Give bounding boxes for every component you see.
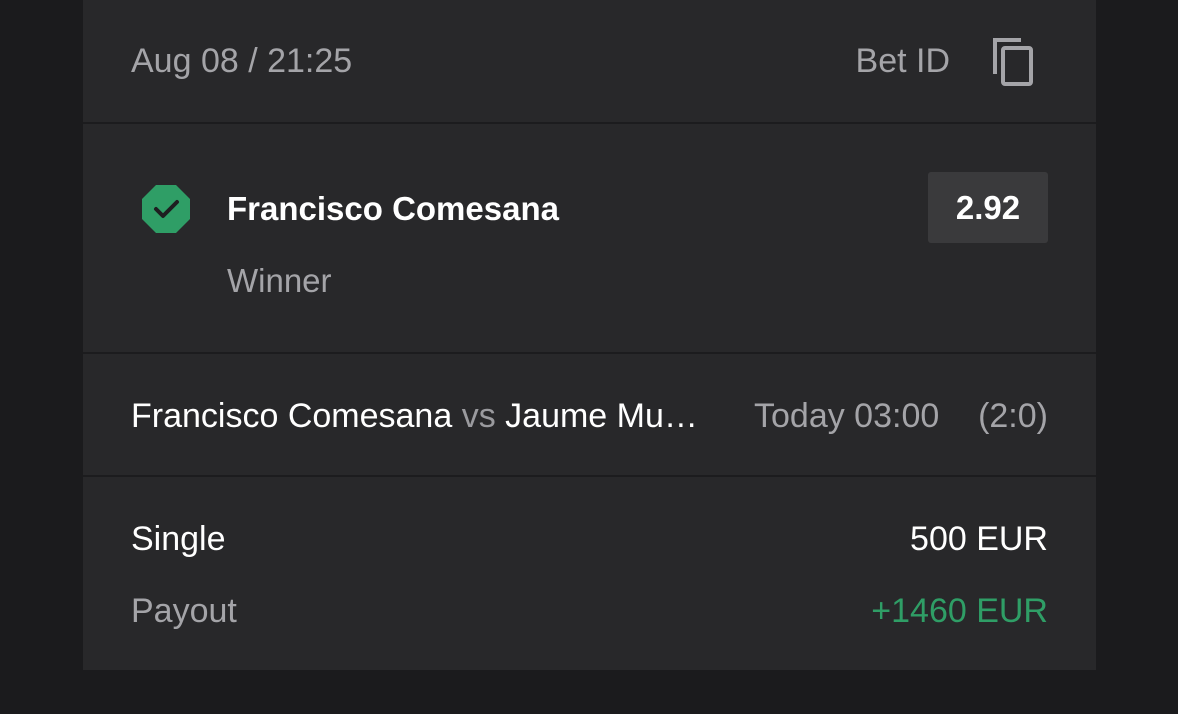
selection-row: Francisco Comesana Winner 2.92 [83,124,1096,352]
bet-type: Single [131,520,226,558]
event-participants: Francisco Comesana vs Jaume Mu… [131,399,698,433]
selection-name: Francisco Comesana [227,190,559,227]
payout-label: Payout [131,592,237,630]
stake-amount: 500 EUR [910,520,1048,558]
bet-header: Aug 08 / 21:25 Bet ID [83,0,1096,122]
vs-label: vs [461,397,496,435]
event-time: Today 03:00 [754,397,940,435]
check-octagon-icon [141,184,191,234]
stake-section: Single 500 EUR Payout +1460 EUR [83,477,1096,670]
copy-icon[interactable] [991,36,1035,86]
odds-badge[interactable]: 2.92 [928,172,1048,243]
selection-market: Winner [227,262,332,299]
bet-card: Aug 08 / 21:25 Bet ID Francisco Comesana… [83,0,1096,670]
bet-date: Aug 08 / 21:25 [131,42,353,80]
event-row[interactable]: Francisco Comesana vs Jaume Mu… Today 03… [83,354,1096,475]
home-player: Francisco Comesana [131,397,453,435]
bet-id-label: Bet ID [855,42,950,80]
payout-amount: +1460 EUR [871,592,1048,630]
away-player: Jaume Mu… [505,397,698,435]
event-score: (2:0) [978,397,1048,435]
